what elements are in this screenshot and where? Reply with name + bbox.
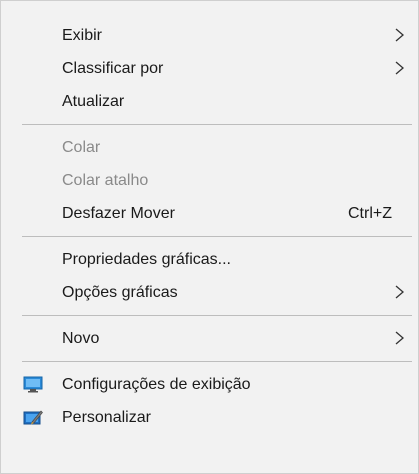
menu-item-opcoes-graficas[interactable]: Opções gráficas xyxy=(1,276,418,309)
personalize-icon xyxy=(23,409,43,426)
menu-item-exibir[interactable]: Exibir xyxy=(1,19,418,52)
menu-item-colar-atalho: Colar atalho xyxy=(1,164,418,197)
chevron-right-icon xyxy=(392,28,406,42)
keyboard-shortcut: Ctrl+Z xyxy=(348,205,392,222)
chevron-right-icon xyxy=(392,61,406,75)
menu-item-label: Colar atalho xyxy=(62,172,149,189)
menu-item-label: Opções gráficas xyxy=(62,284,178,301)
display-settings-icon xyxy=(23,376,43,393)
menu-item-atualizar[interactable]: Atualizar xyxy=(1,85,418,118)
menu-item-label: Atualizar xyxy=(62,93,125,110)
chevron-right-icon xyxy=(392,331,406,345)
menu-item-personalizar[interactable]: Personalizar xyxy=(1,401,418,434)
desktop-context-menu: Exibir Classificar por Atualizar Colar C… xyxy=(0,0,419,474)
chevron-right-icon xyxy=(392,285,406,299)
menu-item-label: Desfazer Mover xyxy=(62,205,175,222)
menu-separator xyxy=(22,124,412,125)
menu-separator xyxy=(22,315,412,316)
menu-item-label: Configurações de exibição xyxy=(62,376,251,393)
menu-item-configuracoes-de-exibicao[interactable]: Configurações de exibição xyxy=(1,368,418,401)
menu-item-label: Classificar por xyxy=(62,60,164,77)
menu-item-label: Propriedades gráficas... xyxy=(62,251,231,268)
menu-item-label: Colar xyxy=(62,139,101,156)
menu-item-desfazer-mover[interactable]: Desfazer Mover Ctrl+Z xyxy=(1,197,418,230)
menu-item-colar: Colar xyxy=(1,131,418,164)
menu-item-label: Exibir xyxy=(62,27,103,44)
menu-item-label: Novo xyxy=(62,330,100,347)
menu-item-novo[interactable]: Novo xyxy=(1,322,418,355)
menu-item-classificar-por[interactable]: Classificar por xyxy=(1,52,418,85)
menu-separator xyxy=(22,236,412,237)
menu-item-label: Personalizar xyxy=(62,409,151,426)
menu-separator xyxy=(22,361,412,362)
menu-item-propriedades-graficas[interactable]: Propriedades gráficas... xyxy=(1,243,418,276)
